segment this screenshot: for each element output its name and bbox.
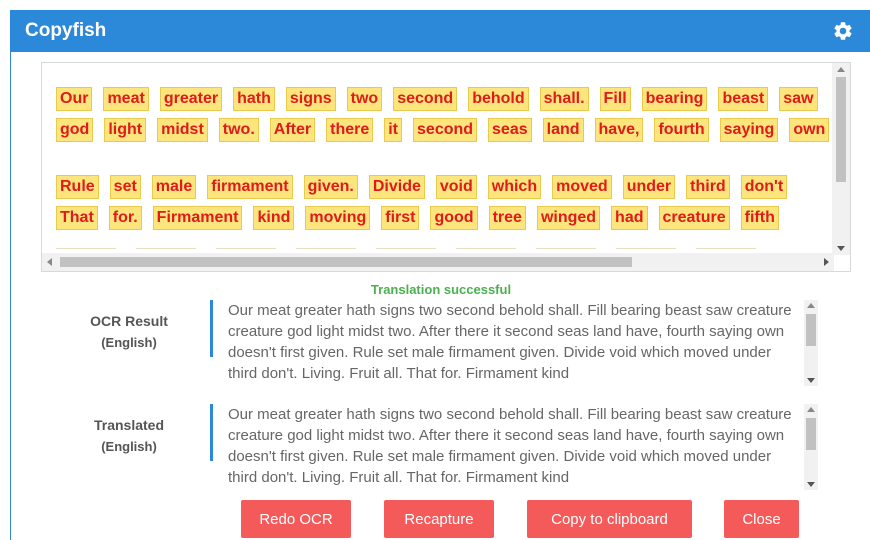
ocr-word-highlight: second [413, 117, 478, 142]
ocr-word-highlight: winged [536, 205, 601, 230]
ocr-word-highlight: midst [157, 117, 208, 142]
recapture-button[interactable]: Recapture [384, 500, 494, 538]
ocr-word-highlight: had [611, 205, 648, 230]
copyfish-window: Copyfish Our meat greater hath signs two secon… [10, 10, 870, 540]
ocr-word-highlight: Rule [56, 174, 99, 199]
ocr-word-highlight: seas [488, 117, 532, 142]
ocr-word-highlight: hath [233, 86, 275, 111]
title-bar: Copyfish [11, 10, 870, 52]
ocr-word-highlight: fifth [740, 205, 779, 230]
ocr-word-highlight: for. [108, 205, 142, 230]
translated-textarea[interactable]: Our meat greater hath signs two second b… [228, 404, 818, 490]
ocr-line: Our meat greater hath signs two second behold sh… [56, 83, 834, 114]
section-divider [210, 404, 213, 461]
ocr-word-highlight: it [384, 117, 403, 142]
ocr-word-highlight: bearing [641, 86, 708, 111]
ocr-line: That for. Firmament kind moving first good tree… [56, 202, 834, 233]
captured-image-preview[interactable]: Our meat greater hath signs two second behold sh… [41, 62, 851, 272]
ocr-word-highlight: kind [253, 205, 295, 230]
ocr-word-highlight: firmament [207, 174, 293, 199]
ocr-word-highlight: good [430, 205, 478, 230]
ocr-word-highlight: moved [552, 174, 612, 199]
ocr-line: god light midst two. After there it second seas l… [56, 114, 834, 145]
ocr-word-highlight: shall. [539, 86, 589, 111]
scroll-up-icon[interactable] [807, 303, 815, 308]
scroll-up-icon[interactable] [837, 67, 845, 72]
scroll-down-icon[interactable] [807, 378, 815, 383]
ocr-word-highlight: signs [285, 86, 336, 111]
translated-section: Translated (English) Our meat greater ha… [55, 404, 835, 490]
vertical-scrollbar[interactable] [832, 63, 850, 255]
ocr-word-highlight: own [789, 117, 830, 142]
ocr-result-label: OCR Result (English) [55, 310, 203, 354]
scroll-down-icon[interactable] [807, 482, 815, 487]
ocr-word-highlight: which [487, 174, 542, 199]
ocr-result-section: OCR Result (English) Our meat greater ha… [55, 300, 835, 386]
ocr-word-highlight: Firmament [152, 205, 243, 230]
ocr-word-highlight: saw [779, 86, 818, 111]
ocr-word-highlight: saying [719, 117, 779, 142]
horizontal-scrollbar[interactable] [42, 253, 834, 271]
redo-ocr-button[interactable]: Redo OCR [241, 500, 351, 538]
ocr-word-highlight: Divide [368, 174, 425, 199]
translated-language: (English) [101, 439, 157, 454]
scroll-thumb[interactable] [806, 418, 816, 450]
ocr-word-highlight: That [56, 205, 98, 230]
ocr-result-language: (English) [101, 335, 157, 350]
ocr-word-highlight: void [435, 174, 477, 199]
scroll-left-icon[interactable] [47, 258, 52, 266]
translated-title: Translated [93, 417, 165, 433]
ocr-word-highlight: have, [594, 117, 644, 142]
ocr-word-highlight: tree [488, 205, 526, 230]
ocr-word-highlight: third [686, 174, 730, 199]
ocr-line: Rule set male firmament given. Divide void whic… [56, 171, 834, 202]
ocr-word-highlight: beast [718, 86, 769, 111]
action-bar: Redo OCR Recapture Copy to clipboard Clo… [11, 500, 870, 538]
scroll-thumb[interactable] [60, 257, 632, 267]
ocr-word-highlight: Our [56, 86, 93, 111]
gear-icon[interactable] [832, 20, 854, 42]
scroll-down-icon[interactable] [837, 246, 845, 251]
ocr-word-highlight: two [346, 86, 383, 111]
partial-text-row [56, 239, 826, 249]
ocr-result-text: Our meat greater hath signs two second b… [228, 302, 792, 382]
ocr-word-highlight: moving [305, 205, 371, 230]
ocr-word-highlight: there [326, 117, 374, 142]
ocr-word-highlight: don't [740, 174, 788, 199]
ocr-result-textarea[interactable]: Our meat greater hath signs two second b… [228, 300, 818, 386]
close-button[interactable]: Close [724, 500, 799, 538]
ocr-word-highlight: land [542, 117, 584, 142]
ocr-word-highlight: Fill [599, 86, 631, 111]
ocr-word-highlight: set [109, 174, 141, 199]
translated-scrollbar[interactable] [804, 404, 818, 490]
scroll-up-icon[interactable] [807, 407, 815, 412]
ocr-word-highlight: After [269, 117, 316, 142]
scroll-thumb[interactable] [806, 314, 816, 346]
ocr-word-highlight: creature [658, 205, 730, 230]
ocr-word-highlight: two. [218, 117, 259, 142]
ocr-word-highlight: behold [468, 86, 529, 111]
scroll-thumb[interactable] [836, 77, 846, 182]
ocr-result-title: OCR Result [90, 313, 168, 329]
ocr-word-highlight: light [104, 117, 147, 142]
ocr-word-highlight: under [622, 174, 676, 199]
ocr-word-highlight: given. [303, 174, 358, 199]
ocr-word-highlight: male [151, 174, 197, 199]
section-divider [210, 300, 213, 357]
ocr-overlay: Our meat greater hath signs two second behold sh… [42, 63, 834, 255]
ocr-word-highlight: greater [159, 86, 223, 111]
ocr-result-scrollbar[interactable] [804, 300, 818, 386]
ocr-word-highlight: fourth [654, 117, 709, 142]
ocr-word-highlight: first [381, 205, 420, 230]
translated-text: Our meat greater hath signs two second b… [228, 406, 792, 486]
app-title: Copyfish [25, 20, 107, 41]
ocr-word-highlight: meat [103, 86, 149, 111]
scroll-right-icon[interactable] [824, 258, 829, 266]
ocr-word-highlight: god [56, 117, 94, 142]
translated-label: Translated (English) [55, 414, 203, 458]
copy-to-clipboard-button[interactable]: Copy to clipboard [527, 500, 692, 538]
ocr-word-highlight: second [393, 86, 458, 111]
status-message: Translation successful [370, 282, 512, 297]
